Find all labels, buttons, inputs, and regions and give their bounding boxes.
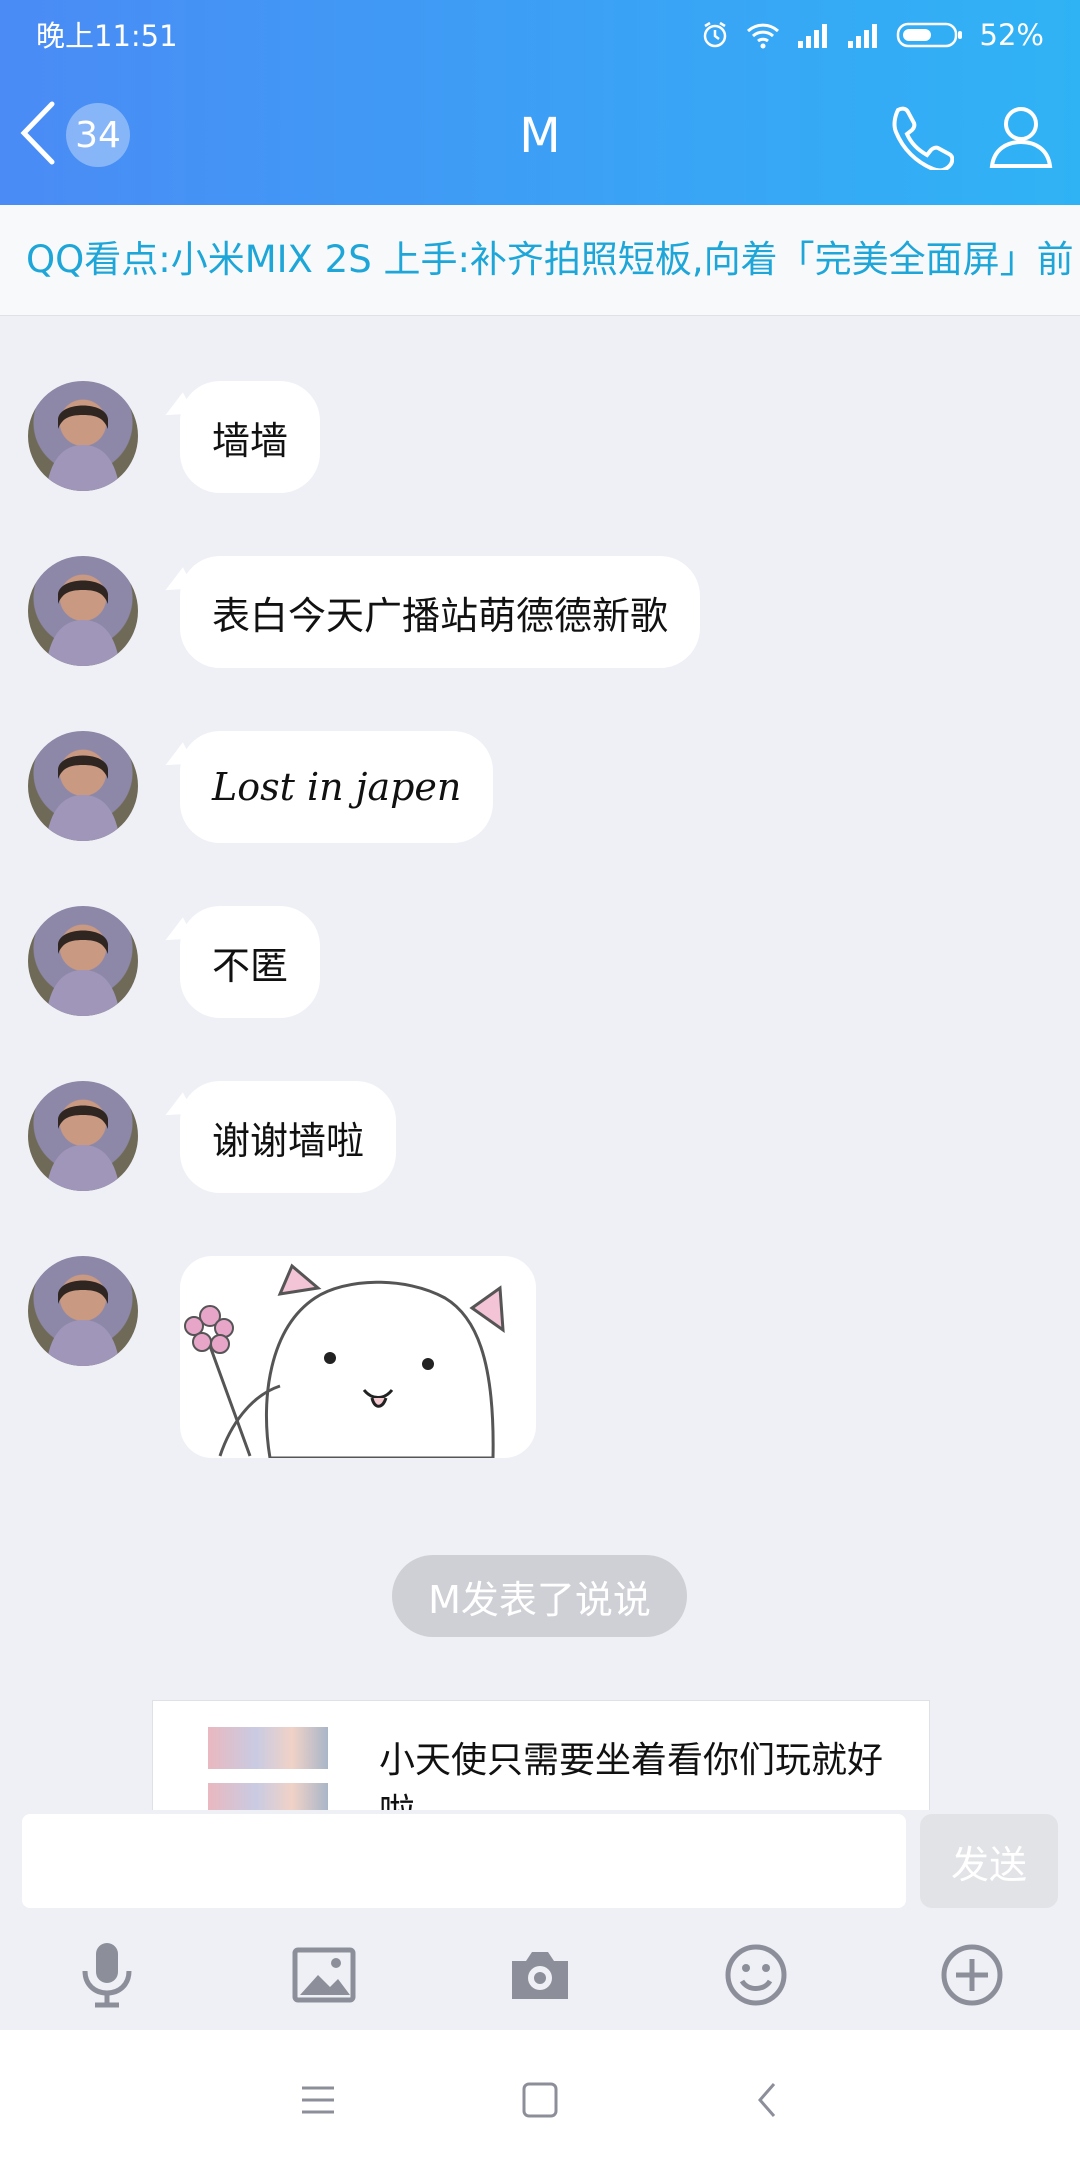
emoji-icon <box>724 1943 788 2011</box>
photo-button[interactable] <box>289 1942 359 2012</box>
plus-icon <box>940 1943 1004 2011</box>
profile-button[interactable] <box>986 104 1056 174</box>
news-text: QQ看点:小米MIX 2S 上手:补齐拍照短板,向着「完美全面屏」前 <box>26 238 1074 281</box>
battery-icon <box>896 21 964 49</box>
signal-icon-1 <box>796 21 830 49</box>
input-toolbar <box>0 1920 1080 2030</box>
home-nav-button[interactable] <box>518 2078 562 2122</box>
post-thumbnails <box>208 1727 328 1811</box>
square-icon <box>518 2082 562 2126</box>
message-bubble[interactable]: Lost in japen <box>180 731 494 843</box>
image-icon <box>292 1947 356 2007</box>
send-button[interactable]: 发送 <box>920 1814 1058 1908</box>
shared-post-card[interactable]: 小天使只需要坐着看你们玩就好啦 <box>152 1700 930 1812</box>
camera-icon <box>508 1947 572 2007</box>
camera-button[interactable] <box>505 1942 575 2012</box>
wifi-icon <box>746 21 780 49</box>
menu-nav-button[interactable] <box>296 2078 340 2122</box>
back-nav-button[interactable] <box>746 2078 790 2122</box>
phone-icon <box>884 106 955 174</box>
message-bubble[interactable]: 谢谢墙啦 <box>180 1081 397 1193</box>
message-bubble[interactable]: 不匿 <box>180 906 321 1018</box>
avatar[interactable] <box>28 906 138 1016</box>
avatar[interactable] <box>28 381 138 491</box>
sticker-image <box>184 1263 505 1458</box>
system-nav-bar <box>0 2030 1080 2160</box>
alarm-icon <box>700 20 730 50</box>
avatar[interactable] <box>28 1081 138 1191</box>
message-row: Lost in japen <box>28 731 494 843</box>
phone-button[interactable] <box>884 104 955 174</box>
message-row: 不匿 <box>28 906 321 1018</box>
signal-icon-2 <box>846 21 880 49</box>
message-input[interactable] <box>22 1814 906 1908</box>
post-text: 小天使只需要坐着看你们玩就好啦 <box>379 1740 884 1811</box>
chevron-left-icon <box>746 2083 790 2126</box>
status-icons: 52% <box>700 14 1044 56</box>
avatar[interactable] <box>28 556 138 666</box>
more-button[interactable] <box>937 1942 1007 2012</box>
message-row: 谢谢墙啦 <box>28 1081 397 1193</box>
message-row: 表白今天广播站萌德德新歌 <box>28 556 701 668</box>
menu-icon <box>296 2086 340 2126</box>
status-time: 晚上11:51 <box>36 19 178 53</box>
message-row: 墙墙 <box>28 381 321 493</box>
news-ticker[interactable]: QQ看点:小米MIX 2S 上手:补齐拍照短板,向着「完美全面屏」前 <box>0 205 1080 316</box>
chat-header: 晚上11:51 52% 34 M <box>0 0 1080 205</box>
avatar[interactable] <box>28 731 138 841</box>
message-bubble[interactable]: 表白今天广播站萌德德新歌 <box>180 556 701 668</box>
post-thumbnail <box>208 1783 328 1811</box>
message-row <box>28 1256 536 1458</box>
microphone-icon <box>77 1941 137 2013</box>
person-icon <box>986 107 1056 174</box>
sticker-message[interactable] <box>180 1256 536 1458</box>
post-thumbnail <box>208 1727 328 1769</box>
avatar[interactable] <box>28 1256 138 1366</box>
voice-button[interactable] <box>72 1942 142 2012</box>
battery-percent: 52% <box>979 18 1044 52</box>
system-notice[interactable]: M发表了说说 <box>392 1555 687 1637</box>
emoji-button[interactable] <box>721 1942 791 2012</box>
composer: 发送 <box>0 1810 1080 1920</box>
message-bubble[interactable]: 墙墙 <box>180 381 321 493</box>
